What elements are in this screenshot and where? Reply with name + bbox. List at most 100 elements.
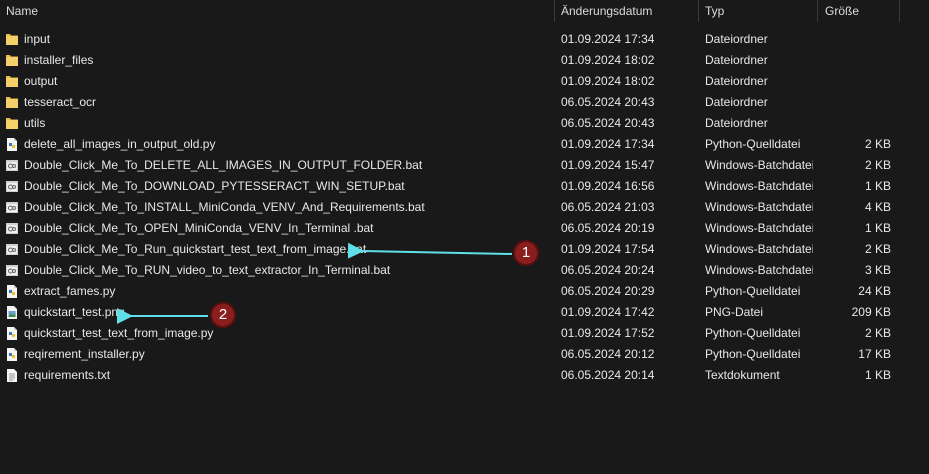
file-type: Python-Quelldatei <box>705 326 801 340</box>
file-name: quickstart_test.png <box>24 305 125 319</box>
file-row[interactable]: tesseract_ocr 06.05.2024 20:43 Dateiordner <box>0 92 929 113</box>
file-name: tesseract_ocr <box>24 95 97 109</box>
folder-icon <box>5 74 19 89</box>
file-row[interactable]: output 01.09.2024 18:02 Dateiordner <box>0 71 929 92</box>
file-name: extract_fames.py <box>24 284 116 298</box>
file-name: utils <box>24 116 46 130</box>
batch-file-icon <box>5 242 19 257</box>
file-size: 17 KB <box>858 347 891 361</box>
folder-icon <box>5 32 19 47</box>
python-file-icon <box>5 137 19 152</box>
file-size: 24 KB <box>858 284 891 298</box>
file-type: Dateiordner <box>705 116 768 130</box>
batch-file-icon <box>5 221 19 236</box>
file-size: 2 KB <box>864 242 891 256</box>
python-file-icon <box>5 347 19 362</box>
annotation-callout-2: 2 <box>210 302 236 328</box>
file-name: Double_Click_Me_To_Run_quickstart_test_t… <box>24 242 367 256</box>
file-date: 01.09.2024 16:56 <box>561 179 655 193</box>
batch-file-icon <box>5 200 19 215</box>
file-date: 01.09.2024 18:02 <box>561 74 655 88</box>
file-size: 1 KB <box>864 179 891 193</box>
column-divider[interactable] <box>817 0 818 22</box>
file-date: 06.05.2024 20:14 <box>561 368 655 382</box>
python-file-icon <box>5 284 19 299</box>
folder-icon <box>5 116 19 131</box>
column-header-name[interactable]: Name <box>6 0 38 24</box>
file-name: requirements.txt <box>24 368 111 382</box>
file-date: 06.05.2024 20:43 <box>561 116 655 130</box>
file-row[interactable]: reqirement_installer.py 06.05.2024 20:12 P… <box>0 344 929 365</box>
file-row[interactable]: Double_Click_Me_To_OPEN_MiniConda_VENV_I… <box>0 218 929 239</box>
image-file-icon <box>5 305 19 320</box>
file-row[interactable]: installer_files 01.09.2024 18:02 Dateiordn… <box>0 50 929 71</box>
file-date: 01.09.2024 17:34 <box>561 137 655 151</box>
file-type: PNG-Datei <box>705 305 764 319</box>
file-date: 01.09.2024 18:02 <box>561 53 655 67</box>
sort-caret-icon: ^ <box>272 0 277 2</box>
file-size: 3 KB <box>864 263 891 277</box>
column-header-type[interactable]: Typ <box>705 0 724 24</box>
file-type: Dateiordner <box>705 32 768 46</box>
file-type: Windows-Batchdatei <box>705 158 813 172</box>
file-row[interactable]: quickstart_test_text_from_image.py 01.09.… <box>0 323 929 344</box>
file-name: Double_Click_Me_To_RUN_video_to_text_ext… <box>24 263 391 277</box>
file-name: Double_Click_Me_To_INSTALL_MiniConda_VEN… <box>24 200 425 214</box>
file-row[interactable]: quickstart_test.png 01.09.2024 17:42 PNG-D… <box>0 302 929 323</box>
column-header-date[interactable]: Änderungsdatum <box>561 0 652 24</box>
file-row[interactable]: Double_Click_Me_To_DOWNLOAD_PYTESSERACT_… <box>0 176 929 197</box>
column-divider[interactable] <box>899 0 900 22</box>
file-name: input <box>24 32 51 46</box>
file-type: Python-Quelldatei <box>705 284 801 298</box>
file-name: Double_Click_Me_To_OPEN_MiniConda_VENV_I… <box>24 221 374 235</box>
file-date: 01.09.2024 17:42 <box>561 305 655 319</box>
file-type: Windows-Batchdatei <box>705 221 813 235</box>
file-type: Dateiordner <box>705 95 768 109</box>
file-type: Windows-Batchdatei <box>705 179 813 193</box>
file-size: 4 KB <box>864 200 891 214</box>
file-date: 06.05.2024 21:03 <box>561 200 655 214</box>
file-size: 209 KB <box>851 305 891 319</box>
file-date: 01.09.2024 17:52 <box>561 326 655 340</box>
folder-icon <box>5 53 19 68</box>
column-divider[interactable] <box>698 0 699 22</box>
file-date: 01.09.2024 17:34 <box>561 32 655 46</box>
file-row[interactable]: input 01.09.2024 17:34 Dateiordner <box>0 29 929 50</box>
file-name: quickstart_test_text_from_image.py <box>24 326 214 340</box>
file-date: 06.05.2024 20:43 <box>561 95 655 109</box>
file-date: 06.05.2024 20:29 <box>561 284 655 298</box>
batch-file-icon <box>5 158 19 173</box>
file-name: Double_Click_Me_To_DELETE_ALL_IMAGES_IN_… <box>24 158 423 172</box>
python-file-icon <box>5 326 19 341</box>
folder-icon <box>5 95 19 110</box>
file-row[interactable]: extract_fames.py 06.05.2024 20:29 Python-Q… <box>0 281 929 302</box>
file-row[interactable]: utils 06.05.2024 20:43 Dateiordner <box>0 113 929 134</box>
file-date: 06.05.2024 20:24 <box>561 263 655 277</box>
file-type: Windows-Batchdatei <box>705 263 813 277</box>
column-divider[interactable] <box>554 0 555 22</box>
file-date: 06.05.2024 20:12 <box>561 347 655 361</box>
file-row[interactable]: delete_all_images_in_output_old.py 01.09.… <box>0 134 929 155</box>
file-type: Windows-Batchdatei <box>705 200 813 214</box>
file-type: Windows-Batchdatei <box>705 242 813 256</box>
text-file-icon <box>5 368 19 383</box>
file-date: 01.09.2024 15:47 <box>561 158 655 172</box>
file-date: 01.09.2024 17:54 <box>561 242 655 256</box>
column-header: ^ Name Änderungsdatum Typ Größe <box>0 0 929 24</box>
file-type: Python-Quelldatei <box>705 137 801 151</box>
file-row[interactable]: Double_Click_Me_To_Run_quickstart_test_t… <box>0 239 929 260</box>
batch-file-icon <box>5 263 19 278</box>
file-date: 06.05.2024 20:19 <box>561 221 655 235</box>
file-row[interactable]: requirements.txt 06.05.2024 20:14 Textdoku… <box>0 365 929 386</box>
file-name: installer_files <box>24 53 94 67</box>
file-type: Textdokument <box>705 368 780 382</box>
file-row[interactable]: Double_Click_Me_To_DELETE_ALL_IMAGES_IN_… <box>0 155 929 176</box>
file-size: 2 KB <box>864 326 891 340</box>
file-size: 1 KB <box>864 368 891 382</box>
column-header-size[interactable]: Größe <box>825 0 859 24</box>
file-size: 1 KB <box>864 221 891 235</box>
file-name: reqirement_installer.py <box>24 347 145 361</box>
annotation-callout-1: 1 <box>513 240 539 266</box>
file-row[interactable]: Double_Click_Me_To_RUN_video_to_text_ext… <box>0 260 929 281</box>
file-row[interactable]: Double_Click_Me_To_INSTALL_MiniConda_VEN… <box>0 197 929 218</box>
